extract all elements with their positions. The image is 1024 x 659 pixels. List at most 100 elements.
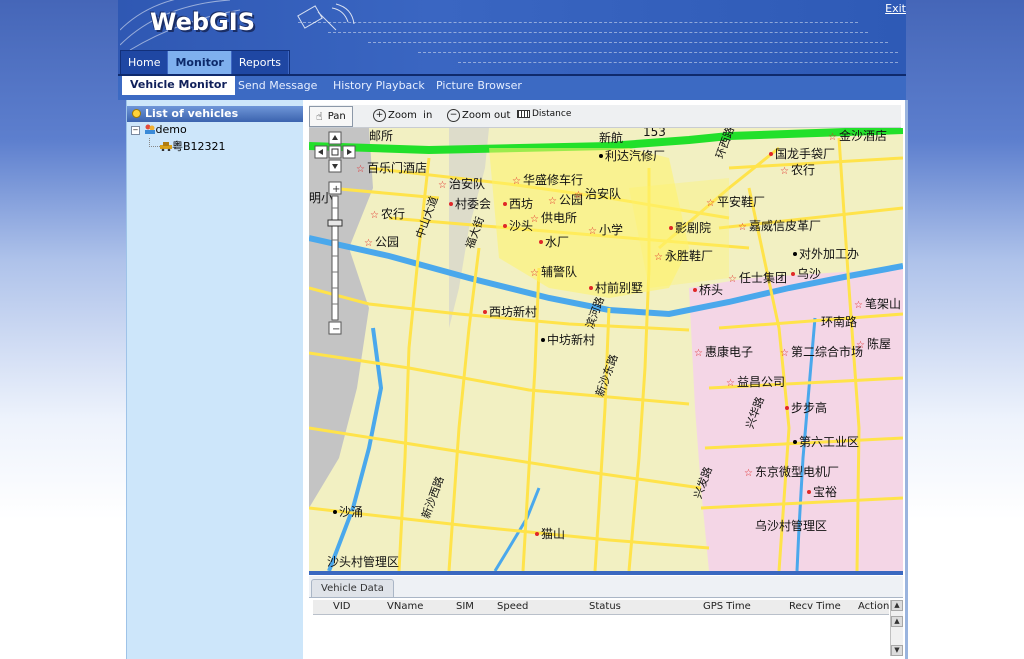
pan-button[interactable]: ☝ Pan — [309, 106, 353, 127]
poi-dot-icon — [599, 154, 603, 158]
map-place-label: 陈屋 — [867, 336, 891, 351]
map-place-label: 供电所 — [541, 211, 577, 225]
subtab-vehicle-monitor[interactable]: Vehicle Monitor — [122, 76, 235, 95]
zoom-out-icon: − — [447, 109, 460, 122]
tab-home[interactable]: Home — [121, 51, 169, 74]
map-place-label: 新航 — [599, 130, 623, 145]
poi-star-icon: ☆ — [548, 196, 557, 207]
map-road-label: 新沙西路 — [418, 474, 446, 520]
data-tab-bar: Vehicle Data — [309, 576, 903, 598]
panel-splitter[interactable] — [309, 571, 903, 575]
map-canvas[interactable]: ☆ 百乐门酒店☆ 治安队 ☆ 华盛修车行利达汽修厂 国龙手袋厂☆ 金沙酒店☆ 农行村委会 西坊 ☆… — [309, 128, 903, 571]
zoom-out-label: Zoom out — [462, 110, 511, 121]
poi-dot-icon — [793, 252, 797, 256]
map-place-label: 宝裕 — [813, 484, 837, 499]
map-view[interactable]: ☆ 百乐门酒店 ☆ 治安队 ☆ 华盛修车行 利达汽修厂 国龙手袋厂 ☆ 金沙酒店 ☆ 农行 村委会 西坊 ☆… — [309, 128, 903, 571]
col-status[interactable]: Status — [589, 601, 621, 612]
subtab-send-message[interactable]: Send Message — [238, 79, 317, 92]
poi-dot-icon — [807, 490, 811, 494]
map-place-label: 153 — [643, 128, 666, 139]
tab-monitor[interactable]: Monitor — [168, 51, 232, 74]
tab-vehicle-data[interactable]: Vehicle Data — [311, 579, 394, 597]
col-action[interactable]: Action — [858, 601, 889, 612]
vehicle-list-header: List of vehicles — [127, 106, 303, 122]
tree-node-demo[interactable]: − demo — [131, 123, 187, 136]
col-vid[interactable]: VID — [333, 601, 351, 612]
scroll-down-button[interactable]: ▼ — [891, 645, 903, 656]
bullet-icon — [132, 109, 141, 118]
poi-dot-icon — [785, 406, 789, 410]
map-place-label: 乌沙 — [797, 266, 821, 281]
map-place-label: 辅警队 — [541, 264, 577, 279]
poi-star-icon: ☆ — [588, 226, 597, 237]
poi-star-icon: ☆ — [726, 378, 735, 389]
app-logo: WebGIS — [150, 8, 255, 36]
poi-dot-icon — [791, 272, 795, 276]
map-place-label: 第二综合市场 — [791, 344, 863, 359]
map-place-label: 永胜鞋厂 — [665, 248, 713, 263]
poi-star-icon: ☆ — [706, 198, 715, 209]
zoom-slider-handle[interactable] — [327, 219, 343, 227]
zoom-in-button[interactable]: + Zoom in — [373, 109, 432, 122]
subtab-picture-browser[interactable]: Picture Browser — [436, 79, 522, 92]
distance-button[interactable]: Distance — [517, 109, 571, 119]
minus-icon: − — [332, 324, 340, 335]
subtab-history-playback[interactable]: History Playback — [333, 79, 425, 92]
vehicle-list-panel: List of vehicles − demo 粤B12321 — [126, 100, 303, 659]
map-place-label: 西坊新村 — [489, 304, 537, 319]
map-place-label: 利达汽修厂 — [605, 148, 665, 163]
tab-reports[interactable]: Reports — [232, 51, 290, 74]
map-place-label: 百乐门酒店 — [367, 160, 427, 175]
map-place-label: 国龙手袋厂 — [775, 147, 835, 161]
poi-dot-icon — [503, 224, 507, 228]
col-recv-time[interactable]: Recv Time — [789, 601, 841, 612]
poi-dot-icon — [539, 240, 543, 244]
col-sim[interactable]: SIM — [456, 601, 474, 612]
scroll-up-button[interactable]: ▲ — [891, 600, 903, 611]
map-place-label: 邮所 — [369, 129, 393, 143]
home-button[interactable] — [328, 145, 342, 159]
exit-link[interactable]: Exit — [885, 2, 906, 15]
grid-scrollbar[interactable]: ▲ ▲ ▼ — [890, 600, 903, 656]
map-place-label: 村委会 — [455, 197, 491, 211]
car-icon — [160, 141, 172, 152]
map-place-label: 华盛修车行 — [523, 172, 583, 187]
col-vname[interactable]: VName — [387, 601, 423, 612]
poi-dot-icon — [769, 152, 773, 156]
col-gps-time[interactable]: GPS Time — [703, 601, 751, 612]
poi-dot-icon — [333, 510, 337, 514]
map-place-label: 第六工业区 — [799, 435, 859, 449]
poi-dot-icon — [793, 440, 797, 444]
map-place-label: 小学 — [599, 222, 623, 237]
distance-label: Distance — [532, 109, 572, 119]
col-speed[interactable]: Speed — [497, 601, 528, 612]
map-place-label: 水厂 — [545, 235, 569, 249]
collapse-icon[interactable]: − — [131, 126, 140, 135]
zoom-slider-track[interactable] — [331, 195, 339, 321]
poi-dot-icon — [669, 226, 673, 230]
map-road-label: 新沙东路 — [592, 352, 620, 398]
map-place-label: 益昌公司 — [737, 375, 785, 389]
zoom-out-button[interactable]: − Zoom out — [447, 109, 510, 122]
pan-label: Pan — [327, 111, 346, 122]
poi-star-icon: ☆ — [744, 468, 753, 479]
map-place-label: 影剧院 — [675, 221, 711, 235]
hand-icon: ☝ — [316, 110, 323, 123]
zoom-in-icon: + — [373, 109, 386, 122]
main-panel: ☝ Pan + Zoom in − Zoom out Distance ☆ 百乐… — [303, 100, 905, 659]
poi-dot-icon — [449, 202, 453, 206]
scroll-up-button-2[interactable]: ▲ — [891, 616, 903, 627]
map-place-label: 沙涌 — [339, 505, 363, 519]
grid-header: VID VName SIM Speed Status GPS Time Recv… — [313, 600, 889, 615]
poi-dot-icon — [483, 310, 487, 314]
map-place-label: 农行 — [381, 207, 405, 221]
poi-dot-icon — [535, 532, 539, 536]
vehicle-list-title: List of vehicles — [145, 107, 239, 120]
map-place-label: 治安队 — [585, 186, 621, 201]
poi-dot-icon — [541, 338, 545, 342]
map-toolbar: ☝ Pan + Zoom in − Zoom out Distance — [309, 105, 901, 128]
vehicle-label: 粤B12321 — [172, 140, 226, 153]
map-place-label: 对外加工办 — [799, 246, 859, 261]
tree-node-vehicle[interactable]: 粤B12321 — [160, 138, 226, 154]
map-place-label: 中坊新村 — [547, 332, 595, 347]
